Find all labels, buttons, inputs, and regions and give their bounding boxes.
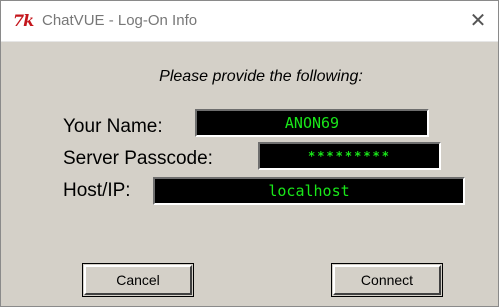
cancel-button[interactable]: Cancel	[82, 263, 194, 297]
host-label: Host/IP:	[63, 180, 131, 201]
host-input[interactable]: localhost	[153, 177, 465, 205]
passcode-input[interactable]: *********	[258, 142, 441, 170]
title-bar: 7k ChatVUE - Log-On Info ✕	[1, 1, 498, 42]
cancel-button-label[interactable]: Cancel	[84, 265, 192, 295]
passcode-label: Server Passcode:	[63, 148, 213, 169]
connect-button-label[interactable]: Connect	[333, 265, 441, 295]
connect-button[interactable]: Connect	[331, 263, 443, 297]
window-title: ChatVUE - Log-On Info	[42, 12, 198, 29]
close-icon[interactable]: ✕	[465, 7, 491, 33]
name-input[interactable]: ANON69	[195, 109, 429, 137]
instructions-text: Please provide the following:	[159, 68, 363, 85]
name-label: Your Name:	[63, 116, 163, 137]
logon-dialog-window: 7k ChatVUE - Log-On Info ✕ Please provid…	[0, 0, 499, 307]
tk-feather-icon: 7k	[13, 11, 34, 30]
